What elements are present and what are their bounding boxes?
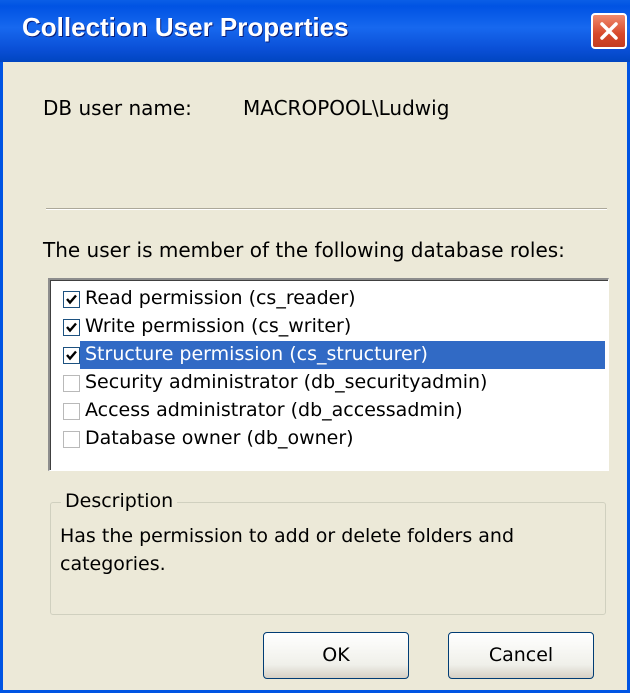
- checkmark-icon: [66, 322, 77, 333]
- roles-listbox[interactable]: Read permission (cs_reader) Write permis…: [48, 278, 609, 471]
- db-user-name-label: DB user name:: [43, 96, 192, 120]
- checkbox[interactable]: [63, 291, 80, 308]
- role-label: Database owner (db_owner): [85, 427, 354, 449]
- checkmark-icon: [66, 350, 77, 361]
- role-label: Write permission (cs_writer): [85, 315, 352, 337]
- role-item-write[interactable]: Write permission (cs_writer): [55, 313, 605, 341]
- role-item-read[interactable]: Read permission (cs_reader): [55, 285, 605, 313]
- role-item-owner[interactable]: Database owner (db_owner): [55, 425, 605, 453]
- separator: [46, 208, 607, 210]
- dialog-window: Collection User Properties DB user name:…: [0, 0, 630, 693]
- close-icon: [600, 22, 618, 40]
- ok-button[interactable]: OK: [263, 632, 409, 679]
- description-legend: Description: [61, 490, 178, 512]
- title-bar[interactable]: Collection User Properties: [0, 0, 630, 62]
- role-label: Access administrator (db_accessadmin): [85, 399, 463, 421]
- checkbox[interactable]: [63, 431, 80, 448]
- checkbox[interactable]: [63, 375, 80, 392]
- role-item-securityadmin[interactable]: Security administrator (db_securityadmin…: [55, 369, 605, 397]
- role-label: Read permission (cs_reader): [85, 287, 356, 309]
- role-label: Security administrator (db_securityadmin…: [85, 371, 488, 393]
- window-title: Collection User Properties: [22, 12, 349, 42]
- role-item-accessadmin[interactable]: Access administrator (db_accessadmin): [55, 397, 605, 425]
- role-label: Structure permission (cs_structurer): [85, 343, 428, 365]
- cancel-button[interactable]: Cancel: [448, 632, 594, 679]
- db-user-name-value: MACROPOOL\Ludwig: [243, 96, 450, 120]
- checkmark-icon: [66, 294, 77, 305]
- checkbox[interactable]: [63, 319, 80, 336]
- checkbox[interactable]: [63, 403, 80, 420]
- checkbox[interactable]: [63, 347, 80, 364]
- role-item-structure[interactable]: Structure permission (cs_structurer): [55, 341, 605, 369]
- roles-heading: The user is member of the following data…: [43, 238, 565, 262]
- close-button[interactable]: [591, 13, 627, 49]
- description-text: Has the permission to add or delete fold…: [60, 525, 515, 575]
